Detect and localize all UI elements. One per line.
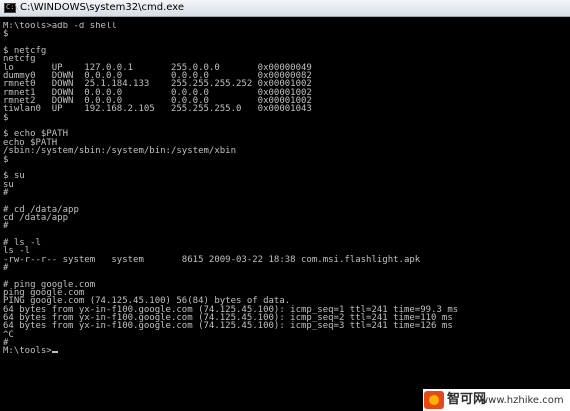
console-line: tiwlan0 UP 192.168.2.105 255.255.255.0 0… bbox=[3, 104, 563, 115]
console-line: M:\tools>adb -d shell bbox=[3, 22, 563, 31]
cmd-window: C:\ C:\WINDOWS\system32\cmd.exe M:\tools… bbox=[0, 0, 570, 411]
console-line: /sbin:/system/sbin:/system/bin:/system/x… bbox=[3, 146, 563, 157]
console-line: ^C bbox=[3, 330, 563, 339]
console-line: $ netcfg bbox=[3, 47, 563, 56]
watermark-logo-icon bbox=[424, 391, 444, 409]
console-line: # ls -l bbox=[3, 238, 563, 247]
console-line-text: # bbox=[3, 221, 9, 232]
console-line: cd /data/app bbox=[3, 212, 563, 223]
console-line: # ping google.com bbox=[3, 280, 563, 289]
console-line-text: # bbox=[3, 262, 9, 273]
console-line-text: # bbox=[3, 187, 9, 198]
console-line-text: cd /data/app bbox=[3, 212, 69, 223]
watermark-url: www.hzhike.com bbox=[480, 395, 564, 406]
window-title: C:\WINDOWS\system32\cmd.exe bbox=[20, 2, 184, 13]
text-cursor bbox=[51, 351, 58, 354]
site-watermark: 智可网 www.hzhike.com bbox=[423, 389, 570, 411]
console-line-text: $ bbox=[3, 154, 9, 165]
console-line: $ bbox=[3, 29, 563, 40]
console-line: $ bbox=[3, 154, 563, 165]
console-output[interactable]: M:\tools>adb -d shell $ $ netcfg netcfg lo U… bbox=[3, 22, 563, 388]
console-line: $ su bbox=[3, 172, 563, 181]
console-line: su bbox=[3, 180, 563, 189]
console-line: # cd /data/app bbox=[3, 205, 563, 214]
console-line-text: /sbin:/system/sbin:/system/bin:/system/x… bbox=[3, 146, 236, 157]
console-line: $ bbox=[3, 112, 563, 123]
console-line-text: -rw-r--r-- system system 8615 2009-03-22… bbox=[3, 254, 421, 265]
console-line: M:\tools> bbox=[3, 346, 563, 357]
console-line-text: 64 bytes from yx-in-f100.google.com (74.… bbox=[3, 321, 453, 332]
console-line: $ echo $PATH bbox=[3, 130, 563, 139]
console-line-text: M:\tools>adb -d shell bbox=[3, 22, 117, 31]
console-line-text: $ bbox=[3, 112, 9, 123]
console-line-text: tiwlan0 UP 192.168.2.105 255.255.255.0 0… bbox=[3, 104, 312, 115]
console-line-text: M:\tools> bbox=[3, 346, 52, 357]
console-line: 64 bytes from yx-in-f100.google.com (74.… bbox=[3, 321, 563, 332]
console-line-text: $ bbox=[3, 29, 9, 40]
console-line: # bbox=[3, 221, 563, 232]
console-line: # bbox=[3, 262, 563, 273]
console-line: -rw-r--r-- system system 8615 2009-03-22… bbox=[3, 254, 563, 265]
cmd-app-icon[interactable]: C:\ bbox=[4, 3, 19, 13]
title-bar[interactable]: C:\ C:\WINDOWS\system32\cmd.exe bbox=[0, 0, 570, 17]
console-line: # bbox=[3, 339, 563, 348]
console-line: # bbox=[3, 187, 563, 198]
